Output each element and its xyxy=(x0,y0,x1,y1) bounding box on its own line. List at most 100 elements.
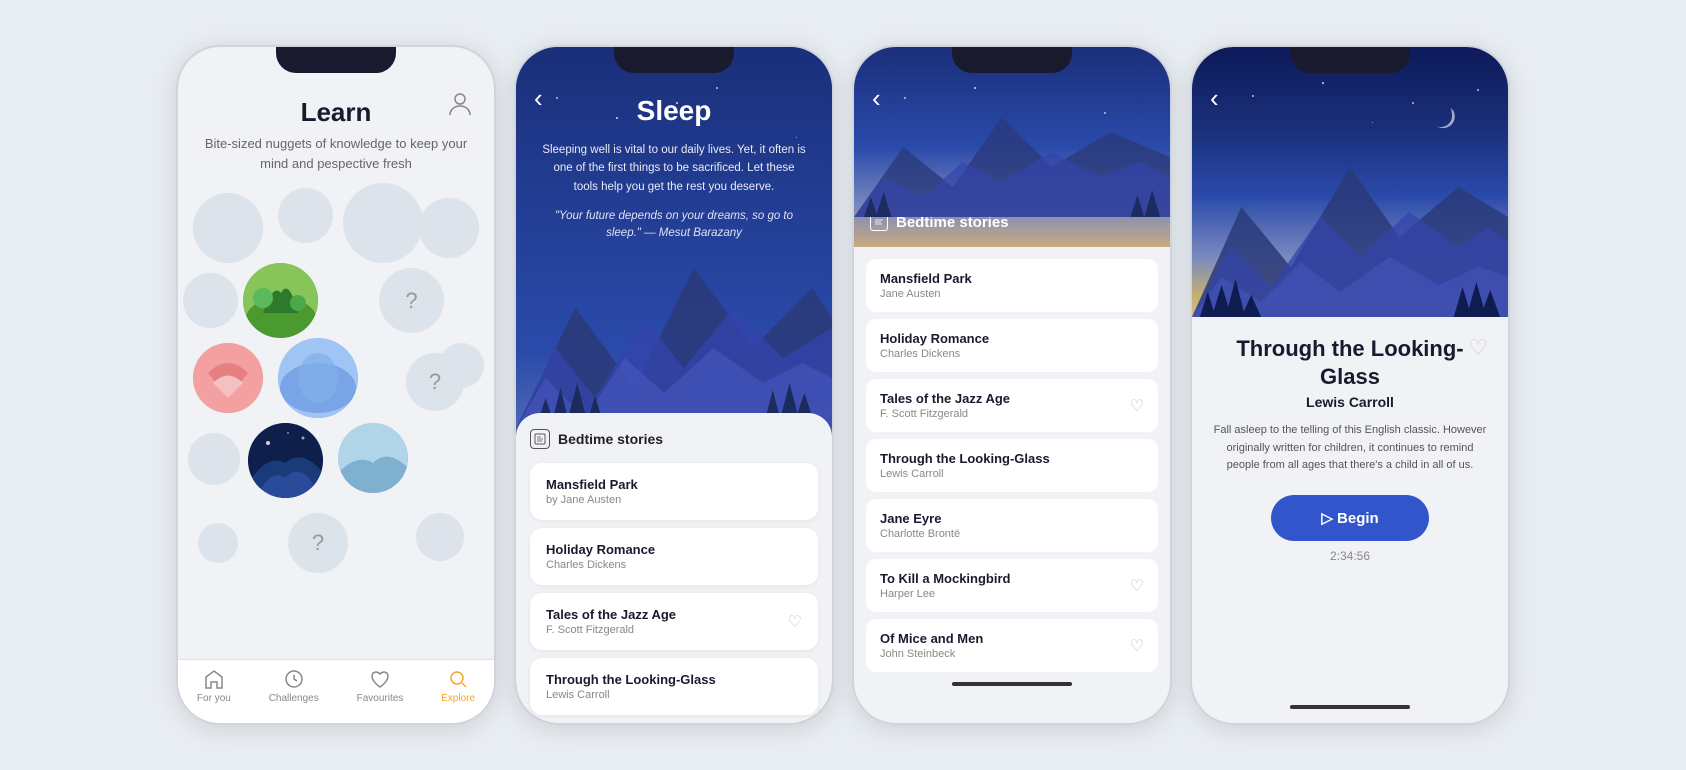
screen-learn: Learn Bite-sized nuggets of knowledge to… xyxy=(176,45,496,725)
nav-challenges-label: Challenges xyxy=(269,693,319,704)
heart-icon-5[interactable]: ♡ xyxy=(1130,576,1144,596)
list-item-0[interactable]: Mansfield Park Jane Austen xyxy=(866,259,1158,312)
avatar-icon[interactable] xyxy=(446,89,474,117)
sleep-stories-panel: Bedtime stories Mansfield Park by Jane A… xyxy=(516,413,832,723)
bubble-2 xyxy=(278,188,333,243)
begin-label: ▷ Begin xyxy=(1321,509,1378,527)
bubble-pink[interactable] xyxy=(193,343,263,413)
detail-header-bg: ‹ xyxy=(1192,47,1508,317)
bubble-16 xyxy=(198,523,238,563)
detail-lower: ♡ Through the Looking-Glass Lewis Carrol… xyxy=(1192,317,1508,723)
screen-book-detail: ‹ xyxy=(1190,45,1510,725)
back-button[interactable]: ‹ xyxy=(534,83,543,114)
heart-filled-2[interactable]: ♡ xyxy=(788,612,802,632)
explore-icon xyxy=(447,668,469,690)
bubbles-area: ? ? xyxy=(178,183,494,659)
story-title-3: Through the Looking-Glass xyxy=(546,672,716,687)
bubble-4 xyxy=(419,198,479,258)
bubble-nature[interactable] xyxy=(243,263,318,338)
nav-explore-label: Explore xyxy=(441,693,475,704)
home-icon xyxy=(203,668,225,690)
duration-display: 2:34:56 xyxy=(1330,549,1370,563)
notch xyxy=(614,47,734,73)
bubble-q1: ? xyxy=(379,268,444,333)
bubble-1 xyxy=(193,193,263,263)
story-card-1[interactable]: Holiday Romance Charles Dickens xyxy=(530,528,818,585)
stories-list: Mansfield Park Jane Austen Holiday Roman… xyxy=(854,247,1170,723)
star-d3 xyxy=(1412,102,1414,104)
nav-for-you[interactable]: For you xyxy=(197,668,231,713)
bubble-blue[interactable] xyxy=(278,338,358,418)
story-author-0: by Jane Austen xyxy=(546,494,638,506)
bubble-q3: ? xyxy=(288,513,348,573)
back-button-detail[interactable]: ‹ xyxy=(1210,83,1219,114)
list-title-0: Mansfield Park xyxy=(880,271,972,286)
star-d2 xyxy=(1322,82,1324,84)
list-item-5[interactable]: To Kill a Mockingbird Harper Lee ♡ xyxy=(866,559,1158,612)
list-author-2: F. Scott Fitzgerald xyxy=(880,408,1010,420)
favourite-heart[interactable]: ♡ xyxy=(1468,335,1488,361)
star-d1 xyxy=(1252,95,1254,97)
heart-icon-6[interactable]: ♡ xyxy=(1130,636,1144,656)
screen-stories-list: ‹ Bedtime stories xyxy=(852,45,1172,725)
bubble-14 xyxy=(188,433,240,485)
list-author-3: Lewis Carroll xyxy=(880,468,1050,480)
story-card-2[interactable]: Tales of the Jazz Age F. Scott Fitzgeral… xyxy=(530,593,818,650)
story-title-2: Tales of the Jazz Age xyxy=(546,607,676,622)
heart-icon-2[interactable]: ♡ xyxy=(1130,396,1144,416)
nav-challenges[interactable]: Challenges xyxy=(269,668,319,713)
list-author-6: John Steinbeck xyxy=(880,648,983,660)
stories-header-bg: ‹ Bedtime stories xyxy=(854,47,1170,247)
story-author-2: F. Scott Fitzgerald xyxy=(546,624,676,636)
begin-button[interactable]: ▷ Begin xyxy=(1271,495,1428,541)
bottom-nav: For you Challenges xyxy=(178,659,494,723)
notch xyxy=(952,47,1072,73)
bubble-6 xyxy=(183,273,238,328)
list-title-3: Through the Looking-Glass xyxy=(880,451,1050,466)
nav-favourites-label: Favourites xyxy=(357,693,404,704)
bubble-17 xyxy=(416,513,464,561)
mountains-small xyxy=(854,97,1170,217)
bubble-11 xyxy=(439,343,484,388)
story-author-3: Lewis Carroll xyxy=(546,689,716,701)
moon-icon xyxy=(1432,102,1460,135)
book-description: Fall asleep to the telling of this Engli… xyxy=(1212,422,1488,475)
mountains-detail xyxy=(1192,137,1508,317)
nav-favourites[interactable]: Favourites xyxy=(357,668,404,713)
list-title-4: Jane Eyre xyxy=(880,511,960,526)
bubble-3 xyxy=(343,183,423,263)
list-author-5: Harper Lee xyxy=(880,588,1010,600)
nav-explore[interactable]: Explore xyxy=(441,668,475,713)
nav-for-you-label: For you xyxy=(197,693,231,704)
list-title-5: To Kill a Mockingbird xyxy=(880,571,1010,586)
story-card-3[interactable]: Through the Looking-Glass Lewis Carroll xyxy=(530,658,818,715)
star-d4 xyxy=(1372,122,1373,123)
book-author: Lewis Carroll xyxy=(1306,394,1394,410)
list-author-4: Charlotte Brontë xyxy=(880,528,960,540)
sleep-quote: "Your future depends on your dreams, so … xyxy=(540,208,808,243)
section-title: Bedtime stories xyxy=(558,431,663,447)
bubble-darkblue[interactable] xyxy=(248,423,323,498)
list-title-1: Holiday Romance xyxy=(880,331,989,346)
list-item-2[interactable]: Tales of the Jazz Age F. Scott Fitzgeral… xyxy=(866,379,1158,432)
story-card-0[interactable]: Mansfield Park by Jane Austen xyxy=(530,463,818,520)
home-indicator xyxy=(1290,705,1410,709)
bubble-lightblue[interactable] xyxy=(338,423,408,493)
notch xyxy=(276,47,396,73)
list-item-3[interactable]: Through the Looking-Glass Lewis Carroll xyxy=(866,439,1158,492)
list-item-6[interactable]: Of Mice and Men John Steinbeck ♡ xyxy=(866,619,1158,672)
story-title-1: Holiday Romance xyxy=(546,542,655,557)
list-item-4[interactable]: Jane Eyre Charlotte Brontë xyxy=(866,499,1158,552)
star-d5 xyxy=(1477,89,1479,91)
list-title-2: Tales of the Jazz Age xyxy=(880,391,1010,406)
list-item-1[interactable]: Holiday Romance Charles Dickens xyxy=(866,319,1158,372)
story-title-0: Mansfield Park xyxy=(546,477,638,492)
challenges-icon xyxy=(283,668,305,690)
list-author-1: Charles Dickens xyxy=(880,348,989,360)
section-icon xyxy=(530,429,550,449)
star-b xyxy=(974,87,976,89)
heart-icon-nav xyxy=(369,668,391,690)
book-title: Through the Looking-Glass xyxy=(1212,335,1488,390)
list-author-0: Jane Austen xyxy=(880,288,972,300)
page-subtitle: Bite-sized nuggets of knowledge to keep … xyxy=(198,134,474,173)
